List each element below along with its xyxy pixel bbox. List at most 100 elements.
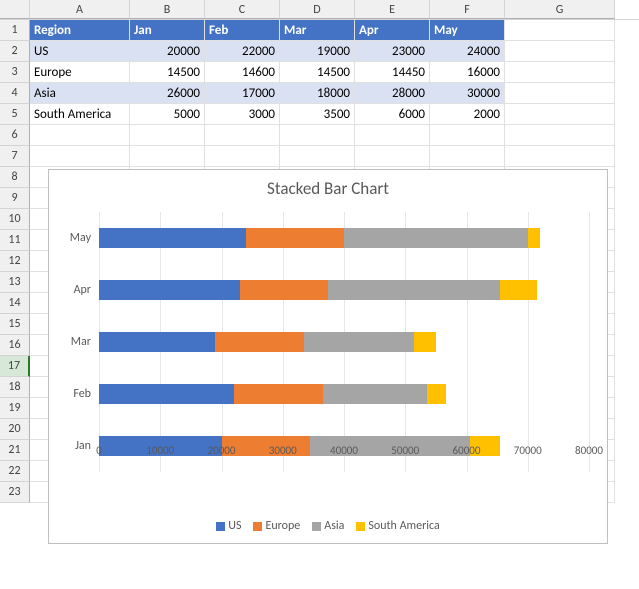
cell-G7[interactable]: [505, 146, 615, 167]
row-header-21[interactable]: 21: [0, 440, 30, 461]
col-header-D[interactable]: D: [280, 0, 355, 19]
cell-C6[interactable]: [205, 125, 280, 146]
bar-segment-europe: [215, 332, 304, 353]
row-header-20[interactable]: 20: [0, 419, 30, 440]
cell-D3[interactable]: 14500: [280, 62, 355, 83]
cell-F4[interactable]: 30000: [430, 83, 505, 104]
row-header-17[interactable]: 17: [0, 356, 30, 377]
col-header-F[interactable]: F: [430, 0, 505, 19]
cell-G3[interactable]: [505, 62, 615, 83]
cell-A3[interactable]: Europe: [30, 62, 130, 83]
x-tick-label: 70000: [514, 444, 542, 457]
cell-G6[interactable]: [505, 125, 615, 146]
row-header-2[interactable]: 2: [0, 41, 30, 62]
x-tick-label: 10000: [146, 444, 174, 457]
cell-D4[interactable]: 18000: [280, 83, 355, 104]
row-6: 6: [0, 125, 639, 146]
col-header-E[interactable]: E: [355, 0, 430, 19]
x-tick-label: 60000: [453, 444, 481, 457]
cell-G1[interactable]: [505, 20, 615, 41]
x-axis: 0100002000030000400005000060000700008000…: [99, 444, 589, 464]
row-header-9[interactable]: 9: [0, 188, 30, 209]
bar-segment-us: [99, 332, 215, 353]
y-category-label: Apr: [74, 280, 91, 301]
col-header-G[interactable]: G: [505, 0, 615, 19]
cell-D7[interactable]: [280, 146, 355, 167]
cell-B5[interactable]: 5000: [130, 104, 205, 125]
row-header-5[interactable]: 5: [0, 104, 30, 125]
cell-E1[interactable]: Apr: [355, 20, 430, 41]
row-2: 2US2000022000190002300024000: [0, 41, 639, 62]
cell-D5[interactable]: 3500: [280, 104, 355, 125]
cell-G4[interactable]: [505, 83, 615, 104]
cell-A1[interactable]: Region: [30, 20, 130, 41]
cell-B6[interactable]: [130, 125, 205, 146]
cell-E6[interactable]: [355, 125, 430, 146]
cell-B7[interactable]: [130, 146, 205, 167]
cell-E4[interactable]: 28000: [355, 83, 430, 104]
select-all-corner[interactable]: [0, 0, 30, 19]
cell-A4[interactable]: Asia: [30, 83, 130, 104]
cell-C5[interactable]: 3000: [205, 104, 280, 125]
gridline: [589, 212, 590, 472]
cell-C7[interactable]: [205, 146, 280, 167]
row-header-3[interactable]: 3: [0, 62, 30, 83]
cell-A2[interactable]: US: [30, 41, 130, 62]
row-header-7[interactable]: 7: [0, 146, 30, 167]
row-header-18[interactable]: 18: [0, 377, 30, 398]
row-header-12[interactable]: 12: [0, 251, 30, 272]
row-header-11[interactable]: 11: [0, 230, 30, 251]
cell-F1[interactable]: May: [430, 20, 505, 41]
plot-area: MayAprMarFebJan: [99, 212, 589, 472]
row-header-10[interactable]: 10: [0, 209, 30, 230]
bar-May: May: [99, 228, 540, 249]
row-header-13[interactable]: 13: [0, 272, 30, 293]
cell-B4[interactable]: 26000: [130, 83, 205, 104]
row-header-8[interactable]: 8: [0, 167, 30, 188]
row-header-4[interactable]: 4: [0, 83, 30, 104]
col-header-B[interactable]: B: [130, 0, 205, 19]
cell-C4[interactable]: 17000: [205, 83, 280, 104]
cell-F6[interactable]: [430, 125, 505, 146]
row-header-16[interactable]: 16: [0, 335, 30, 356]
cell-E7[interactable]: [355, 146, 430, 167]
cell-D2[interactable]: 19000: [280, 41, 355, 62]
cell-B1[interactable]: Jan: [130, 20, 205, 41]
gridline: [467, 212, 468, 472]
x-tick-label: 40000: [330, 444, 358, 457]
row-header-19[interactable]: 19: [0, 398, 30, 419]
chart[interactable]: Stacked Bar ChartMayAprMarFebJan01000020…: [48, 169, 608, 544]
cell-A7[interactable]: [30, 146, 130, 167]
x-tick-label: 50000: [391, 444, 419, 457]
legend-swatch-icon: [216, 522, 225, 531]
cell-F5[interactable]: 2000: [430, 104, 505, 125]
cell-D6[interactable]: [280, 125, 355, 146]
cell-B2[interactable]: 20000: [130, 41, 205, 62]
cell-C2[interactable]: 22000: [205, 41, 280, 62]
col-header-C[interactable]: C: [205, 0, 280, 19]
cell-B3[interactable]: 14500: [130, 62, 205, 83]
legend-swatch-icon: [312, 522, 321, 531]
cell-E2[interactable]: 23000: [355, 41, 430, 62]
cell-E3[interactable]: 14450: [355, 62, 430, 83]
cell-D1[interactable]: Mar: [280, 20, 355, 41]
cell-F2[interactable]: 24000: [430, 41, 505, 62]
cell-A6[interactable]: [30, 125, 130, 146]
cell-C3[interactable]: 14600: [205, 62, 280, 83]
row-header-6[interactable]: 6: [0, 125, 30, 146]
row-header-23[interactable]: 23: [0, 482, 30, 503]
cell-G2[interactable]: [505, 41, 615, 62]
row-5: 5South America50003000350060002000: [0, 104, 639, 125]
cell-F3[interactable]: 16000: [430, 62, 505, 83]
cell-F7[interactable]: [430, 146, 505, 167]
row-header-15[interactable]: 15: [0, 314, 30, 335]
chart-title: Stacked Bar Chart: [49, 170, 607, 204]
cell-C1[interactable]: Feb: [205, 20, 280, 41]
cell-A5[interactable]: South America: [30, 104, 130, 125]
col-header-A[interactable]: A: [30, 0, 130, 19]
row-header-14[interactable]: 14: [0, 293, 30, 314]
row-header-22[interactable]: 22: [0, 461, 30, 482]
cell-G5[interactable]: [505, 104, 615, 125]
row-header-1[interactable]: 1: [0, 20, 30, 41]
cell-E5[interactable]: 6000: [355, 104, 430, 125]
